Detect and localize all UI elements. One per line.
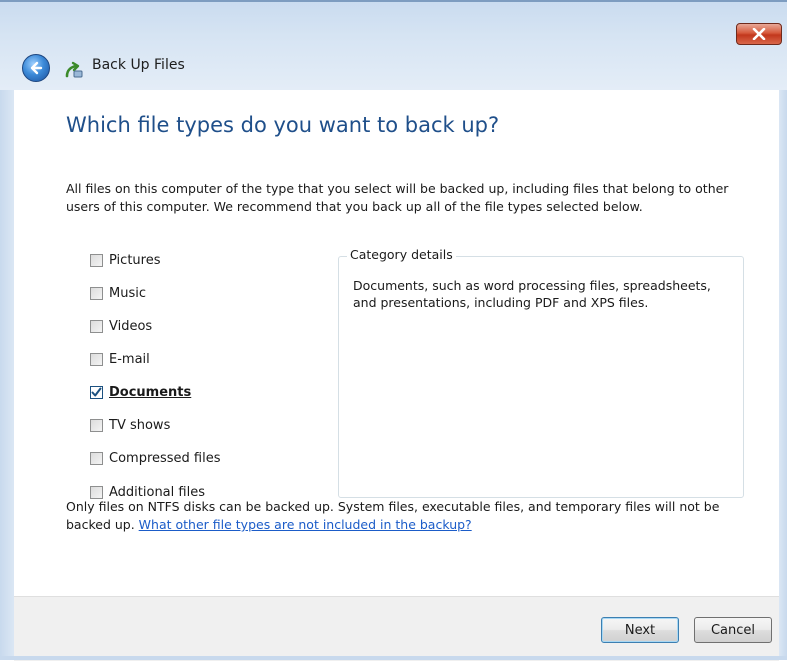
- window-border-right: [779, 90, 787, 660]
- window-title: Back Up Files: [92, 57, 185, 73]
- category-details-legend: Category details: [347, 247, 456, 262]
- next-button[interactable]: Next: [601, 617, 679, 643]
- checkbox-label: Compressed files: [109, 450, 221, 466]
- page-title: Which file types do you want to back up?: [66, 113, 500, 137]
- window-border-left: [0, 90, 14, 660]
- checkbox-label: E-mail: [109, 351, 150, 367]
- checkbox-music[interactable]: Music: [90, 283, 146, 303]
- window-border-top: [0, 0, 787, 2]
- checkbox-videos[interactable]: Videos: [90, 316, 152, 336]
- checkbox-label: Documents: [109, 384, 192, 400]
- backup-note: Only files on NTFS disks can be backed u…: [66, 498, 766, 534]
- check-mark-icon: [91, 387, 102, 396]
- checkbox-box[interactable]: [90, 451, 103, 465]
- close-icon: [752, 28, 766, 40]
- checkbox-compressed-files[interactable]: Compressed files: [90, 448, 221, 468]
- checkbox-label: Music: [109, 285, 146, 301]
- window-border-bottom: [0, 656, 787, 660]
- category-details-text: Documents, such as word processing files…: [353, 278, 711, 310]
- cancel-button[interactable]: Cancel: [694, 617, 772, 643]
- checkbox-label: Videos: [109, 318, 153, 334]
- button-bar: Next Cancel: [14, 596, 779, 661]
- checkbox-tv-shows[interactable]: TV shows: [90, 415, 170, 435]
- wizard-content: Which file types do you want to back up?…: [14, 90, 779, 596]
- checkbox-box[interactable]: [90, 418, 103, 432]
- checkbox-pictures[interactable]: Pictures: [90, 250, 160, 270]
- checkbox-box[interactable]: [90, 319, 103, 333]
- backup-icon: [65, 61, 83, 78]
- checkbox-label: Pictures: [109, 252, 161, 268]
- intro-text: All files on this computer of the type t…: [66, 181, 729, 214]
- checkbox-email[interactable]: E-mail: [90, 349, 150, 369]
- back-button[interactable]: [22, 54, 50, 82]
- close-button[interactable]: [736, 23, 782, 45]
- checkbox-box[interactable]: [90, 385, 103, 399]
- checkbox-box[interactable]: [90, 485, 103, 499]
- checkbox-box[interactable]: [90, 253, 103, 267]
- back-arrow-icon: [30, 61, 43, 75]
- title-bar: [0, 0, 787, 91]
- checkbox-box[interactable]: [90, 286, 103, 300]
- backup-window: Back Up Files Which file types do you wa…: [0, 0, 787, 661]
- category-details-group: Category details Documents, such as word…: [338, 247, 744, 498]
- checkbox-documents[interactable]: Documents: [90, 382, 191, 402]
- excluded-file-types-link[interactable]: What other file types are not included i…: [139, 517, 472, 532]
- checkbox-label: TV shows: [109, 417, 171, 433]
- checkbox-box[interactable]: [90, 352, 103, 366]
